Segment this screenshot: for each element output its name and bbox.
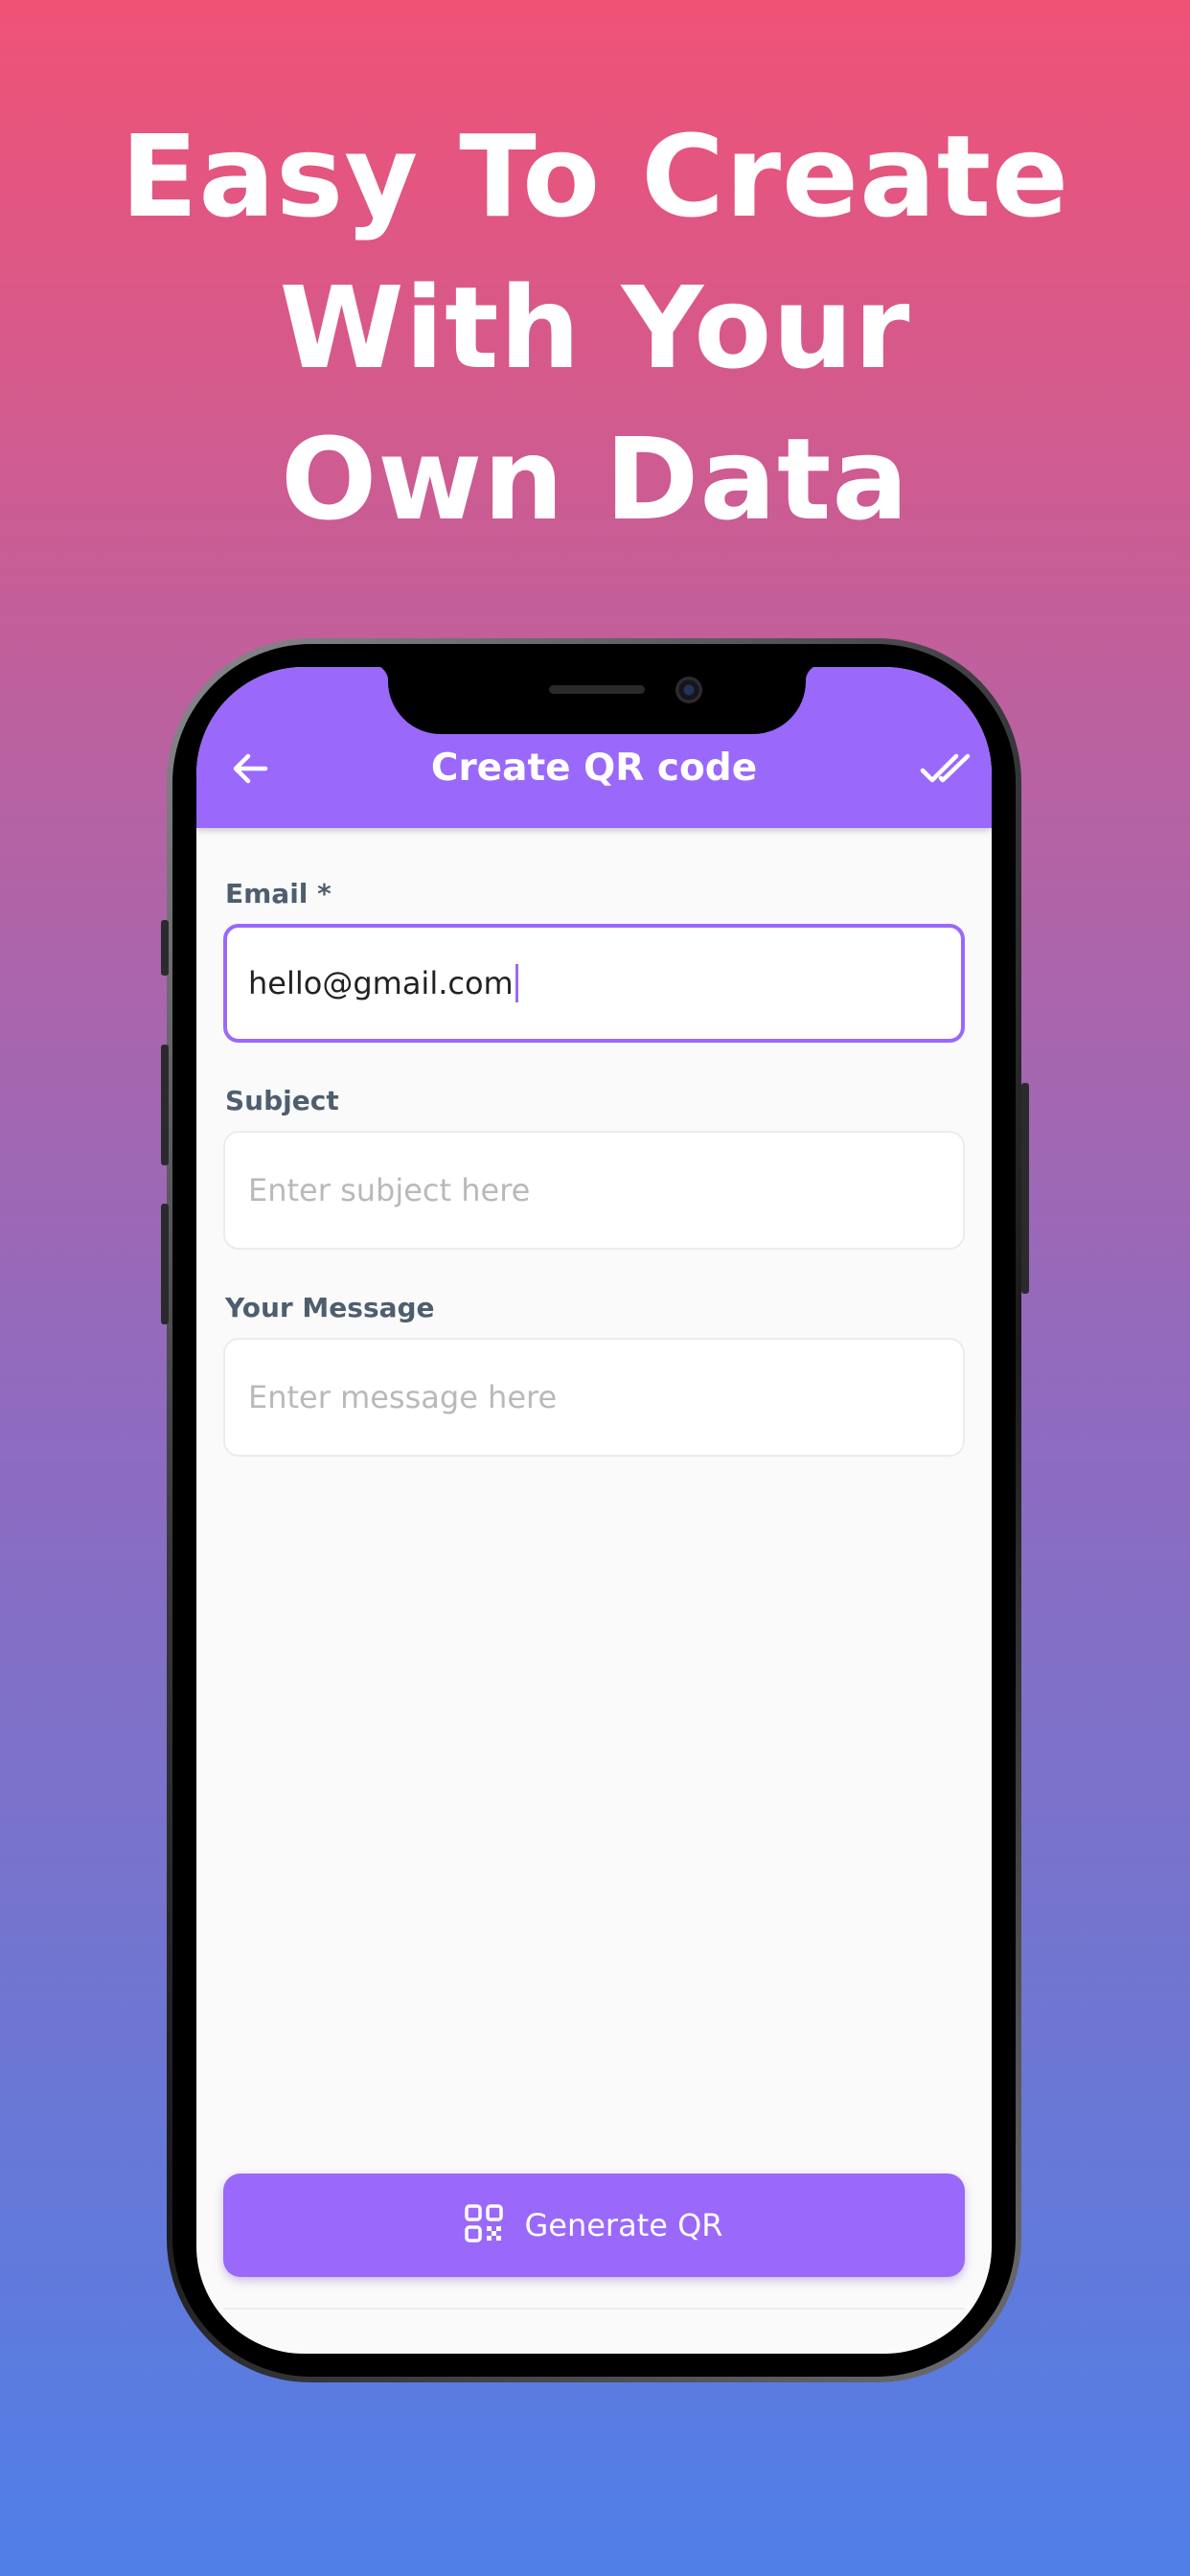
message-label: Your Message (225, 1292, 435, 1323)
generate-qr-label: Generate QR (524, 2207, 723, 2243)
phone-screen: Create QR code Email * hello@gmail.com S… (196, 667, 992, 2354)
volume-up-button (161, 1045, 169, 1165)
double-check-icon (920, 751, 972, 791)
headline-line-2: With Your (279, 262, 911, 394)
headline-line-3: Own Data (280, 413, 910, 545)
qr-code-icon (465, 2203, 504, 2247)
promo-headline: Easy To Create With Your Own Data (0, 101, 1190, 555)
arrow-left-icon (231, 751, 269, 791)
subject-label: Subject (225, 1085, 339, 1116)
mute-switch (161, 920, 169, 976)
power-button (1021, 1083, 1029, 1294)
email-label: Email * (225, 878, 332, 909)
page-title: Create QR code (430, 747, 758, 790)
subject-field[interactable]: Enter subject here (223, 1131, 965, 1250)
subject-placeholder: Enter subject here (248, 1172, 531, 1208)
headline-line-1: Easy To Create (120, 110, 1070, 242)
bottom-divider (223, 2308, 965, 2310)
phone-notch (370, 667, 824, 734)
generate-qr-button[interactable]: Generate QR (223, 2174, 965, 2277)
back-button[interactable] (225, 746, 275, 795)
email-value: hello@gmail.com (248, 965, 514, 1001)
message-placeholder: Enter message here (248, 1379, 558, 1415)
email-field[interactable]: hello@gmail.com (223, 924, 965, 1043)
message-field[interactable]: Enter message here (223, 1338, 965, 1457)
email-form: Email * hello@gmail.com Subject Enter su… (223, 876, 965, 1497)
text-cursor (515, 964, 518, 1002)
speaker-grille (549, 685, 645, 694)
front-camera (675, 677, 702, 703)
done-button[interactable] (917, 746, 974, 795)
volume-down-button (161, 1204, 169, 1324)
